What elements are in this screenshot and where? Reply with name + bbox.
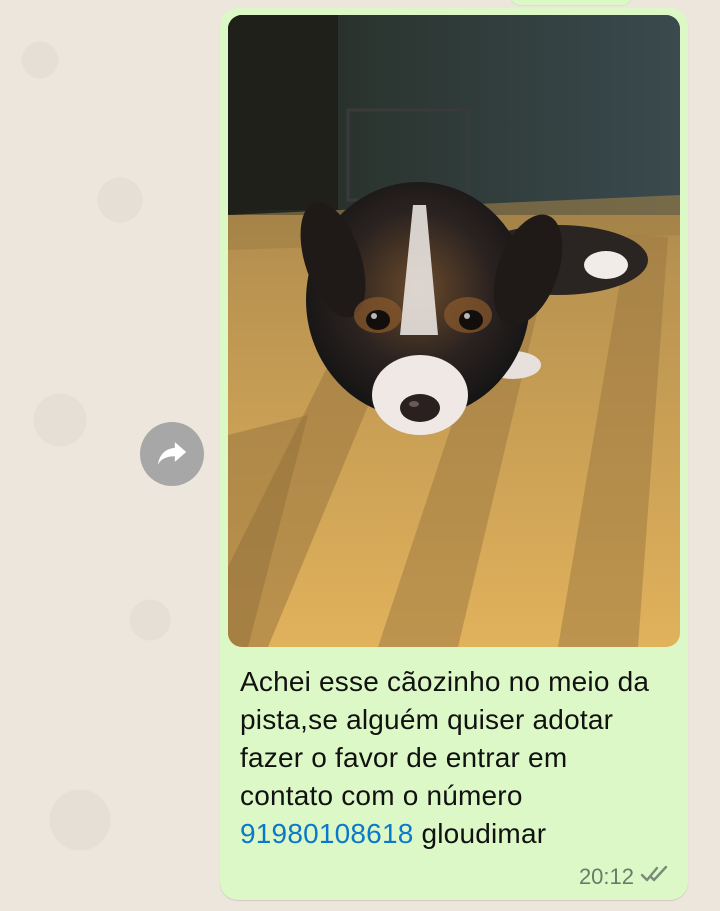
double-check-icon — [640, 864, 670, 890]
message-caption: Achei esse cãozinho no meio da pista,se … — [240, 663, 668, 853]
phone-number-link[interactable]: 91980108618 — [240, 818, 414, 849]
message-bubble[interactable]: Achei esse cãozinho no meio da pista,se … — [220, 8, 688, 900]
caption-suffix: gloudimar — [421, 818, 547, 849]
forward-icon — [155, 435, 189, 474]
caption-text: Achei esse cãozinho no meio da pista,se … — [240, 666, 650, 811]
message-timestamp: 20:12 — [578, 864, 634, 889]
message-photo[interactable] — [228, 15, 680, 647]
puppy-photo — [228, 15, 680, 647]
previous-message-bubble[interactable] — [510, 0, 632, 6]
message-meta: 20:12 — [579, 864, 670, 890]
forward-button[interactable] — [140, 422, 204, 486]
